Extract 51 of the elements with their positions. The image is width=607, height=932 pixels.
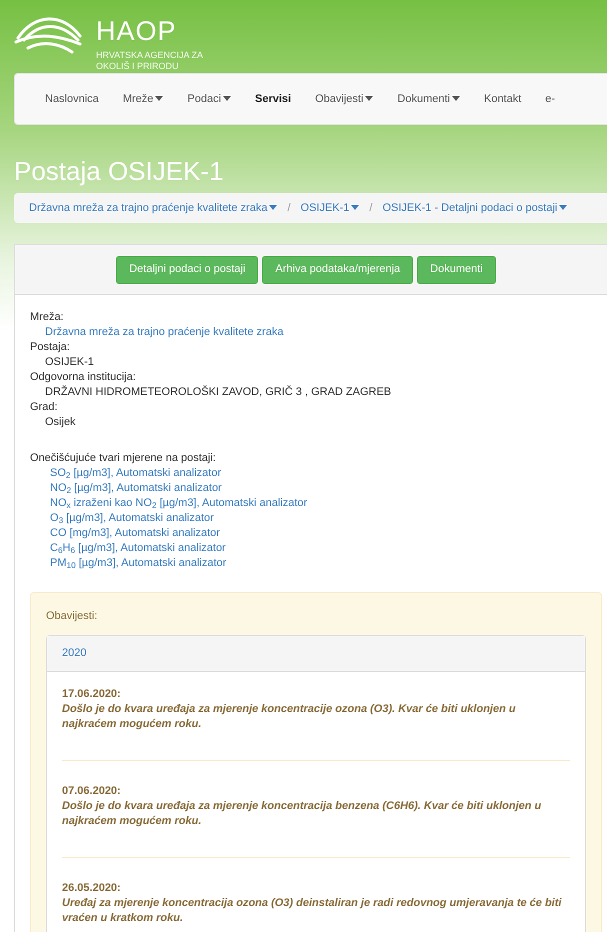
year-link[interactable]: 2020 (62, 644, 86, 662)
caret-icon (559, 205, 568, 210)
caret-icon (452, 96, 460, 102)
logo-name: HAOP (96, 16, 178, 46)
pollutant-link[interactable]: CO [mg/m3], Automatski analizator (30, 526, 607, 541)
nav-link[interactable]: Podaci (187, 90, 232, 108)
notice-text: Uređaj za mjerenje koncentracija ozona (O3) deinstaliran je radi redovnog umjeravanja te će biti vraćen u kratkom roku. (62, 896, 562, 926)
tab-button[interactable]: Detaljni podaci o postaji (116, 256, 258, 284)
pollutant-link[interactable]: O$_{3}$ [µg/m3], Automatski analizator (30, 511, 607, 526)
breadcrumb-link[interactable]: OSIJEK-1 - Detaljni podaci o postaji (382, 200, 568, 216)
notice-text: Došlo je do kvara uređaja za mjerenje koncentracija benzena (C6H6). Kvar će biti uklonjen u najkraćem mogućem roku. (62, 798, 542, 828)
pollutant-link[interactable]: PM$_{10}$ [µg/m3], Automatski analizator (30, 556, 607, 571)
caret-icon (269, 205, 278, 210)
notices-title: Obavijesti: (46, 609, 98, 624)
logo-subtitle: OKOLIŠ I PRIRODU (96, 61, 180, 72)
breadcrumb-separator: / (369, 200, 372, 216)
notice-date: 07.06.2020: (62, 784, 122, 798)
breadcrumb-separator: / (287, 200, 291, 216)
caret-icon (155, 96, 164, 102)
notice-date: 26.05.2020: (62, 880, 122, 896)
page-title: Postaja OSIJEK-1 (14, 155, 225, 187)
breadcrumb-link[interactable]: Državna mreža za trajno praćenje kvalitete zraka (29, 200, 278, 216)
pollutant-link[interactable]: SO$_{2}$ [µg/m3], Automatski analizator (30, 466, 607, 481)
nav-link[interactable]: Obavijesti (315, 90, 374, 108)
detail-label: Postaja: (30, 340, 71, 355)
nav-link[interactable]: Naslovnica (45, 90, 99, 108)
caret-icon (223, 96, 232, 102)
detail-label: Odgovorna institucija: (30, 370, 137, 385)
detail-label: Mreža: (30, 310, 65, 325)
nav-link[interactable]: Dokumenti (397, 90, 460, 108)
notice-date: 17.06.2020: (62, 686, 122, 702)
nav-link[interactable]: Servisi (255, 90, 292, 108)
pollutant-link[interactable]: NO$_{x}$ izraženi kao NO$_{2}$ [µg/m3], Automatski analizator (30, 496, 607, 511)
pollutant-link[interactable]: NO$_{2}$ [µg/m3], Automatski analizator (30, 481, 607, 496)
caret-icon (351, 205, 360, 210)
notice-text: Došlo je do kvara uređaja za mjerenje koncentracije ozona (O3). Kvar će biti uklonjen u najkraćem mogućem roku. (62, 702, 517, 732)
pollutant-link[interactable]: C$_{6}$H$_{6}$ [µg/m3], Automatski analizator (30, 541, 607, 556)
detail-value: OSIJEK-1 (44, 355, 95, 370)
logo-subtitle: HRVATSKA AGENCIJA ZA (96, 50, 204, 61)
detail-value: DRŽAVNI HIDROMETEOROLOŠKI ZAVOD, GRIČ 3 , GRAD ZAGREB (44, 385, 392, 400)
breadcrumb-link[interactable]: OSIJEK-1 (300, 200, 360, 216)
pollutants-label: Onečišćujuće tvari mjerene na postaji: (30, 451, 217, 466)
nav-link[interactable]: e- (545, 90, 556, 108)
detail-value: Osijek (44, 415, 77, 430)
tab-button[interactable]: Dokumenti (417, 256, 496, 284)
nav-link[interactable]: Mreže (122, 90, 164, 108)
caret-icon (365, 96, 374, 102)
nav-link[interactable]: Kontakt (484, 90, 522, 108)
detail-link[interactable]: Državna mreža za trajno praćenje kvalitete zraka (30, 325, 607, 340)
detail-label: Grad: (30, 400, 59, 415)
tab-button[interactable]: Arhiva podataka/mjerenja (262, 256, 414, 284)
